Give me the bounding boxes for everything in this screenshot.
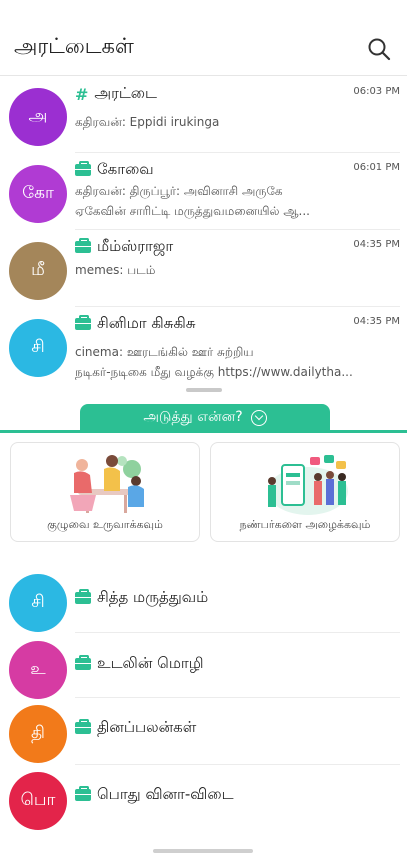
chat-row[interactable]: கோ கோவை 06:01 PM கதிரவன்: திருப்பூர்: அவ…	[0, 153, 407, 230]
chat-row[interactable]: மீ மீம்ஸ்ராஜா 04:35 PM memes: படம்	[0, 230, 407, 307]
chat-preview-line: நடிகர்-நடிகை மீது வழக்கு https://www.dai…	[75, 365, 353, 379]
suggested-row[interactable]: தி தினப்பலன்கள்	[0, 700, 407, 766]
divider	[75, 697, 400, 698]
whats-next-toggle[interactable]: அடுத்து என்ன?	[80, 404, 330, 432]
chevron-down-icon	[250, 410, 267, 426]
chat-title: மீம்ஸ்ராஜா	[97, 237, 174, 255]
chat-time: 06:03 PM	[353, 86, 400, 97]
briefcase-icon	[75, 786, 91, 801]
briefcase-icon	[75, 589, 91, 604]
invite-illustration	[268, 455, 348, 515]
invite-friends-label: நண்பர்களை அழைக்கவும்	[239, 518, 371, 531]
chat-title: அரட்டை	[94, 84, 157, 102]
chat-title: கோவை	[97, 160, 154, 178]
whats-next-label: அடுத்து என்ன?	[143, 409, 243, 425]
chat-preview: கதிரவன்: Eppidi irukinga	[75, 115, 220, 129]
create-group-label: குழுவை உருவாக்கவும்	[47, 518, 163, 531]
chat-time: 06:01 PM	[353, 162, 400, 173]
page-title: அரட்டைகள்	[14, 34, 134, 58]
suggested-row[interactable]: சி சித்த மருத்துவம்	[0, 570, 407, 636]
briefcase-icon	[75, 719, 91, 734]
drag-handle[interactable]	[186, 388, 222, 392]
suggested-row[interactable]: பொ பொது வினா-விடை	[0, 766, 407, 832]
briefcase-icon	[75, 238, 91, 253]
briefcase-icon	[75, 655, 91, 670]
divider	[75, 632, 400, 633]
channel-title: பொது வினா-விடை	[97, 785, 234, 803]
avatar: மீ	[9, 242, 67, 300]
chat-time: 04:35 PM	[353, 239, 400, 250]
avatar: அ	[9, 88, 67, 146]
group-illustration	[70, 455, 144, 513]
channel-title: தினப்பலன்கள்	[97, 718, 197, 736]
chat-preview-line: cinema: ஊரடங்கில் ஊர் சுற்றிய	[75, 345, 254, 359]
suggested-row[interactable]: உ உடலின் மொழி	[0, 634, 407, 700]
chat-preview-line: ஏகேவின் சாரிட்டி மருத்துவமனையில் ஆ...	[75, 204, 310, 218]
avatar: உ	[9, 641, 67, 699]
avatar: பொ	[9, 772, 67, 830]
search-icon[interactable]	[366, 36, 392, 62]
invite-friends-card[interactable]: நண்பர்களை அழைக்கவும்	[210, 442, 400, 542]
avatar: தி	[9, 705, 67, 763]
hash-icon: #	[75, 84, 89, 104]
app-header: அரட்டைகள்	[0, 0, 407, 76]
briefcase-icon	[75, 315, 91, 330]
create-group-card[interactable]: குழுவை உருவாக்கவும்	[10, 442, 200, 542]
briefcase-icon	[75, 161, 91, 176]
channel-title: சித்த மருத்துவம்	[97, 588, 209, 606]
channel-title: உடலின் மொழி	[97, 654, 204, 672]
home-indicator[interactable]	[153, 849, 253, 853]
avatar: சி	[9, 319, 67, 377]
divider	[75, 764, 400, 765]
chat-preview-line: கதிரவன்: திருப்பூர்: அவினாசி அருகே	[75, 184, 283, 198]
chat-row[interactable]: சி சினிமா கிசுகிசு 04:35 PM cinema: ஊரடங…	[0, 307, 407, 384]
chat-row[interactable]: அ # அரட்டை 06:03 PM கதிரவன்: Eppidi iruk…	[0, 76, 407, 153]
avatar: கோ	[9, 165, 67, 223]
chat-time: 04:35 PM	[353, 316, 400, 327]
chat-preview: memes: படம்	[75, 263, 156, 277]
avatar: சி	[9, 574, 67, 632]
chat-title: சினிமா கிசுகிசு	[97, 314, 196, 332]
